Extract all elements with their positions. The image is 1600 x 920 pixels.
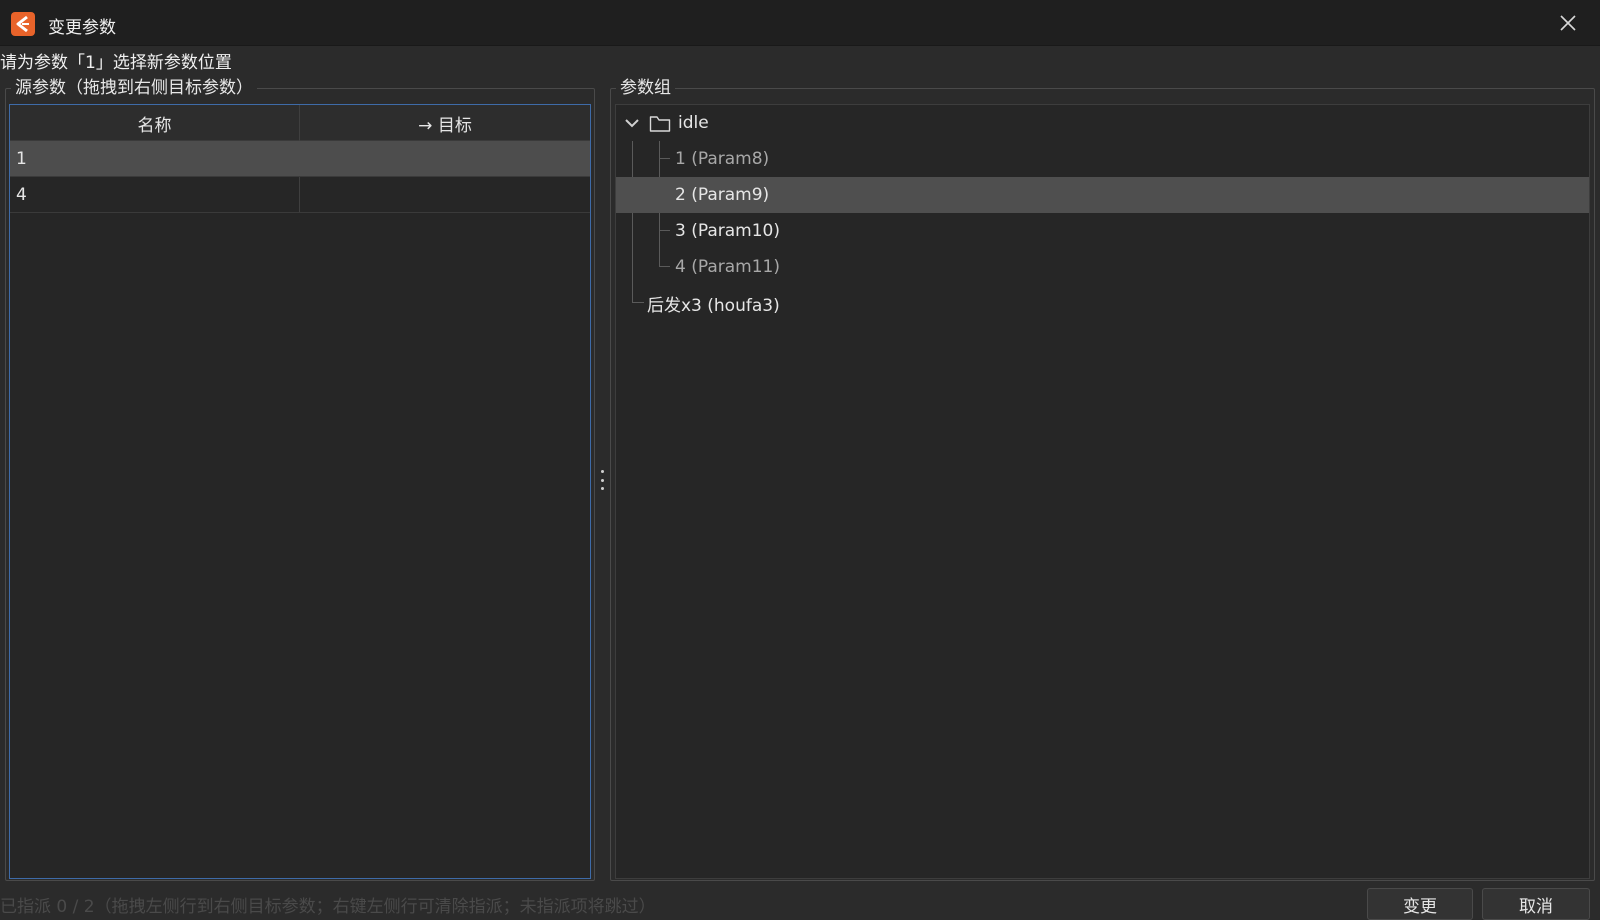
- assignment-status-text: 已指派 0 / 2（拖拽左侧行到右侧目标参数；右键左侧行可清除指派；未指派项将跳…: [0, 897, 656, 917]
- tree-item-param[interactable]: 4 (Param11): [616, 249, 1589, 285]
- cell-target: [300, 141, 590, 176]
- cancel-button[interactable]: 取消: [1482, 888, 1590, 920]
- change-parameter-dialog: 变更参数 请为参数「1」选择新参数位置 源参数（拖拽到右侧目标参数） 名称 → …: [0, 0, 1600, 920]
- source-params-title: 源参数（拖拽到右侧目标参数）: [11, 78, 257, 98]
- tree-item-label: 1 (Param8): [675, 149, 770, 169]
- cell-name: 4: [10, 177, 300, 212]
- tree-item-param[interactable]: 3 (Param10): [616, 213, 1589, 249]
- chevron-down-icon[interactable]: [624, 116, 640, 130]
- source-params-table[interactable]: 名称 → 目标 1 4: [9, 104, 591, 879]
- app-logo-icon: [11, 12, 35, 36]
- tree-item-param[interactable]: 2 (Param9): [616, 177, 1589, 213]
- tree-item-idle[interactable]: idle: [616, 105, 1589, 141]
- param-groups-tree[interactable]: idle 1 (Param8) 2 (Param9) 3 (Param10) 4…: [615, 104, 1590, 879]
- column-header-name[interactable]: 名称: [10, 105, 300, 141]
- tree-item-label: idle: [678, 113, 709, 133]
- tree-item-label: 4 (Param11): [675, 257, 780, 277]
- change-button[interactable]: 变更: [1367, 888, 1473, 920]
- source-params-group: 源参数（拖拽到右侧目标参数） 名称 → 目标 1 4: [5, 78, 595, 881]
- tree-item-label: 2 (Param9): [675, 185, 770, 205]
- table-row[interactable]: 1: [10, 141, 590, 177]
- splitter-handle[interactable]: [598, 470, 606, 490]
- table-header: 名称 → 目标: [10, 105, 590, 141]
- tree-item-houfa3[interactable]: 后发x3 (houfa3): [616, 285, 1589, 321]
- window-title: 变更参数: [48, 18, 116, 38]
- table-row[interactable]: 4: [10, 177, 590, 213]
- title-bar: 变更参数: [0, 0, 1600, 46]
- param-groups-group: 参数组 idle 1 (Param8) 2 (Param9) 3 (Param1…: [610, 78, 1595, 881]
- column-header-target[interactable]: → 目标: [300, 105, 590, 141]
- tree-item-label: 后发x3 (houfa3): [647, 295, 780, 316]
- cell-target: [300, 177, 590, 212]
- tree-item-param[interactable]: 1 (Param8): [616, 141, 1589, 177]
- close-button[interactable]: [1536, 0, 1600, 46]
- instruction-text: 请为参数「1」选择新参数位置: [0, 53, 232, 73]
- close-icon: [1560, 15, 1576, 31]
- cell-name: 1: [10, 141, 300, 176]
- param-groups-title: 参数组: [616, 78, 675, 98]
- tree-item-label: 3 (Param10): [675, 221, 780, 241]
- status-bar: 已指派 0 / 2（拖拽左侧行到右侧目标参数；右键左侧行可清除指派；未指派项将跳…: [0, 885, 1600, 920]
- folder-icon: [649, 116, 671, 132]
